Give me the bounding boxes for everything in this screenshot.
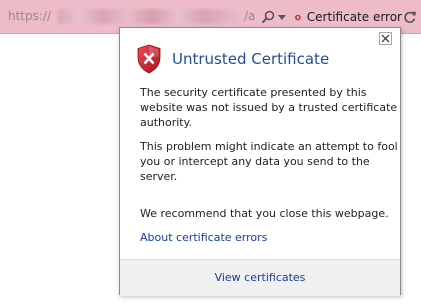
view-certificates-link[interactable]: View certificates [120, 271, 400, 284]
certificate-popup: Untrusted Certificate The security certi… [119, 27, 401, 296]
search-icon[interactable] [261, 10, 275, 24]
warning-paragraph-2: This problem might indicate an attempt t… [140, 140, 398, 183]
warning-paragraph-1: The security certificate presented by th… [140, 86, 398, 129]
error-icon [295, 14, 301, 20]
popup-footer: View certificates [120, 259, 400, 296]
recommendation-text: We recommend that you close this webpage… [140, 207, 389, 220]
refresh-icon[interactable] [403, 10, 417, 24]
url-redacted [58, 9, 240, 24]
shield-error-icon [137, 44, 161, 74]
close-icon [381, 34, 390, 43]
certificate-error-label: Certificate error [306, 10, 402, 24]
url-suffix[interactable]: /a [244, 9, 255, 23]
chevron-down-icon[interactable] [278, 13, 286, 21]
url-prefix[interactable]: https:// [8, 9, 51, 23]
close-button[interactable] [379, 32, 392, 45]
popup-title: Untrusted Certificate [172, 50, 330, 68]
about-certificate-errors-link[interactable]: About certificate errors [140, 231, 267, 244]
